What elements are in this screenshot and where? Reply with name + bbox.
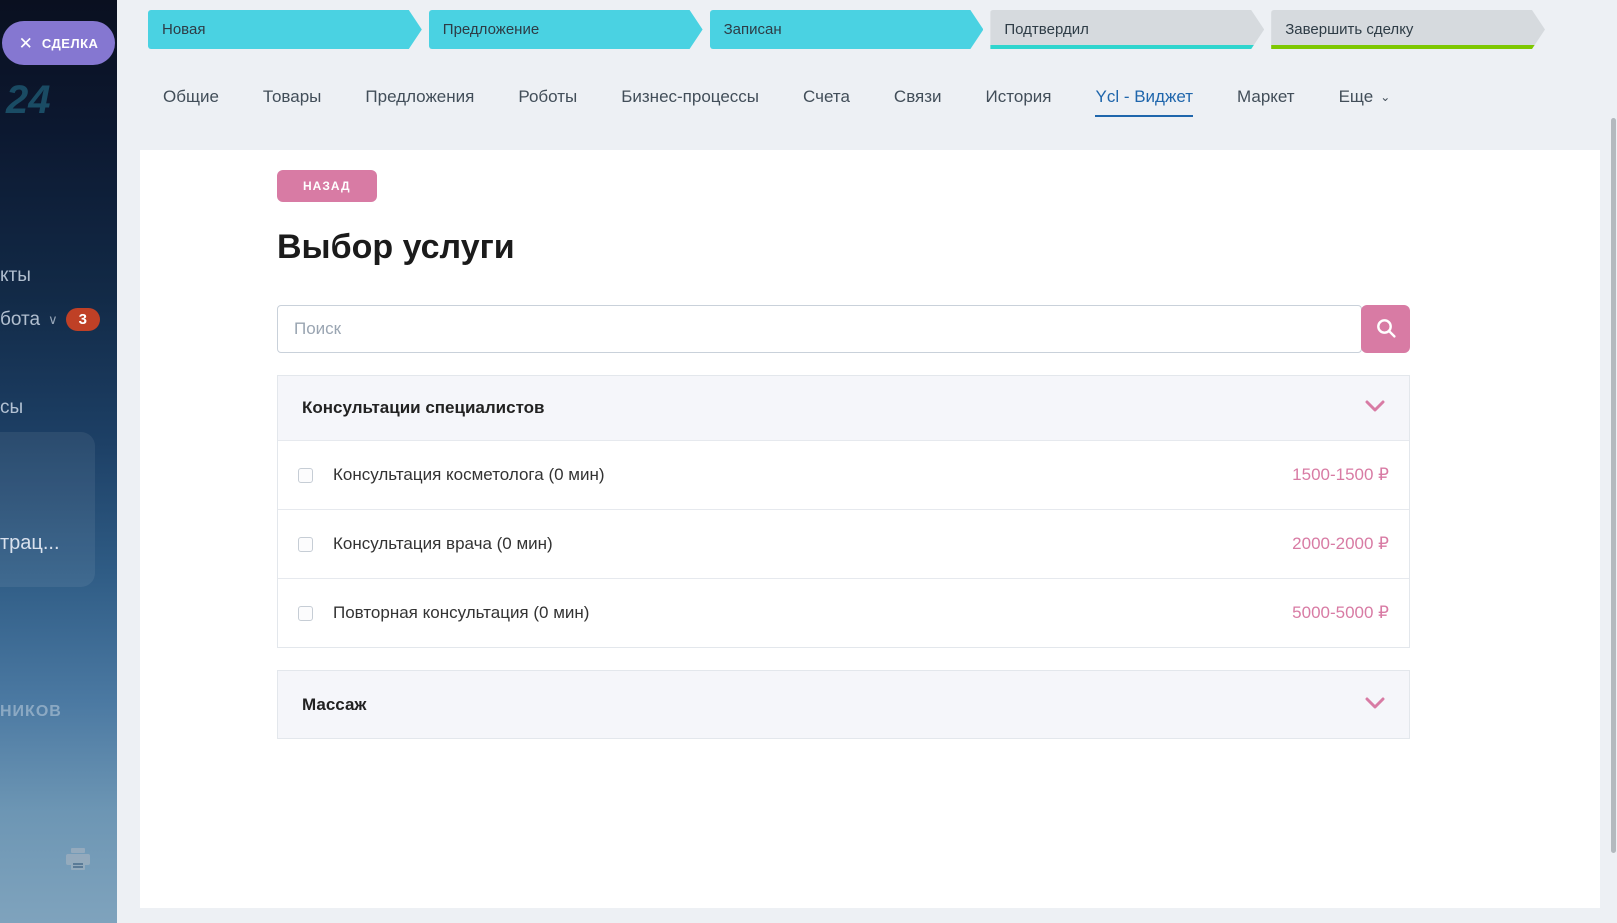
widget-panel: НАЗАД Выбор услуги Консультации специали… [140,150,1600,908]
deal-stage-bar: Новая Предложение Записан Подтвердил Зав… [148,10,1545,49]
service-price: 5000-5000 ₽ [1292,603,1389,623]
service-checkbox[interactable] [298,468,313,483]
tab-robots[interactable]: Роботы [518,87,577,111]
deal-badge-label: СДЕЛКА [42,36,99,51]
back-button[interactable]: НАЗАД [277,170,377,202]
vertical-scrollbar[interactable] [1611,118,1616,853]
sidebar-panel[interactable]: трац... [0,432,95,587]
service-name: Консультация косметолога (0 мин) [333,465,1292,485]
tab-quotes[interactable]: Предложения [365,87,474,111]
service-price: 2000-2000 ₽ [1292,534,1389,554]
sidebar-item-work[interactable]: бота ∨ 3 [0,308,100,331]
category-title: Массаж [302,695,366,715]
tab-business-processes[interactable]: Бизнес-процессы [621,87,759,111]
sidebar-item-migration: трац... [0,532,60,555]
search-input[interactable] [277,305,1362,353]
service-checkbox[interactable] [298,537,313,552]
close-icon[interactable]: ✕ [19,35,33,52]
category-title: Консультации специалистов [302,398,545,418]
service-row[interactable]: Консультация косметолога (0 мин) 1500-15… [278,440,1409,509]
printer-icon[interactable] [65,848,91,877]
tab-general[interactable]: Общие [163,87,219,111]
category-header[interactable]: Массаж [278,671,1409,738]
search-button[interactable] [1361,305,1410,353]
tab-more[interactable]: Еще ⌄ [1339,87,1391,111]
sidebar-item-work-label: бота [0,309,40,331]
stage-label: Записан [724,21,782,38]
chevron-down-icon[interactable] [1365,696,1385,714]
tab-links[interactable]: Связи [894,87,942,111]
service-checkbox[interactable] [298,606,313,621]
tab-more-label: Еще [1339,87,1374,107]
service-row[interactable]: Консультация врача (0 мин) 2000-2000 ₽ [278,509,1409,578]
stage-label: Предложение [443,21,539,38]
category-consultations: Консультации специалистов Консультация к… [277,375,1410,648]
stage-confirmed[interactable]: Подтвердил [990,10,1264,49]
tab-market[interactable]: Маркет [1237,87,1295,111]
stage-label: Новая [162,21,205,38]
service-price: 1500-1500 ₽ [1292,465,1389,485]
stage-booked[interactable]: Записан [710,10,984,49]
search-bar [277,305,1410,353]
deal-slider-badge[interactable]: ✕ СДЕЛКА [2,21,115,65]
bitrix-logo: 24 [6,78,51,123]
tab-invoices[interactable]: Счета [803,87,850,111]
stage-label: Завершить сделку [1285,21,1413,38]
stage-color-indicator [990,45,1264,49]
chevron-down-icon[interactable] [1365,399,1385,417]
tab-products[interactable]: Товары [263,87,321,111]
tab-history[interactable]: История [986,87,1052,111]
chevron-down-icon: ⌄ [1380,90,1390,104]
sidebar-item-employees: НИКОВ [0,703,62,721]
app-sidebar: 24 кты бота ∨ 3 сы трац... НИКОВ [0,0,117,923]
stage-new[interactable]: Новая [148,10,422,49]
tab-ycl-widget[interactable]: Ycl - Виджет [1095,87,1193,117]
service-name: Повторная консультация (0 мин) [333,603,1292,623]
sidebar-item-processes[interactable]: сы [0,397,23,419]
category-header[interactable]: Консультации специалистов [278,376,1409,440]
stage-color-indicator [1271,45,1545,49]
page-title: Выбор услуги [277,228,1410,267]
stage-close-deal[interactable]: Завершить сделку [1271,10,1545,49]
stage-label: Подтвердил [1004,21,1088,38]
search-icon [1375,317,1397,342]
deal-tabs: Общие Товары Предложения Роботы Бизнес-п… [163,75,1390,123]
category-massage: Массаж [277,670,1410,739]
stage-offer[interactable]: Предложение [429,10,703,49]
notification-badge: 3 [66,308,100,331]
sidebar-item-contacts[interactable]: кты [0,265,31,287]
service-name: Консультация врача (0 мин) [333,534,1292,554]
service-row[interactable]: Повторная консультация (0 мин) 5000-5000… [278,578,1409,647]
chevron-down-icon: ∨ [48,312,58,328]
